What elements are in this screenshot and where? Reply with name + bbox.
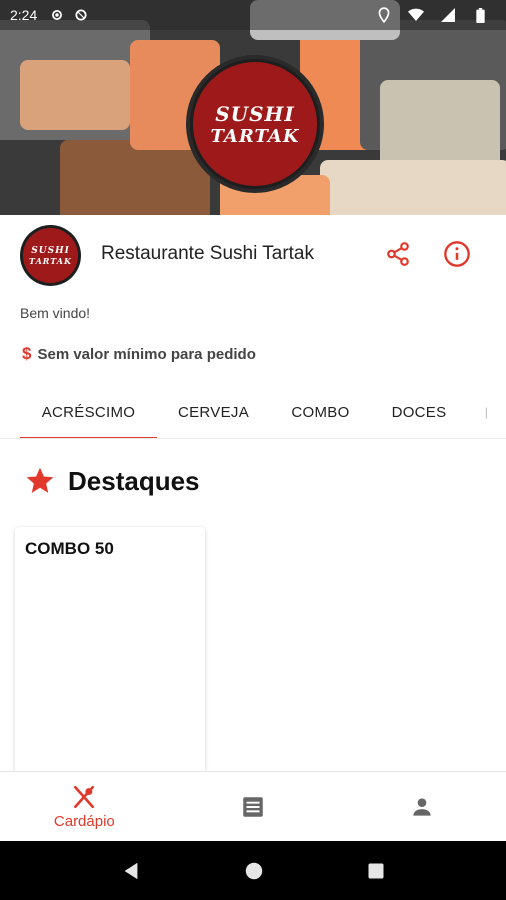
tab-doces[interactable]: DOCES (371, 385, 467, 439)
highlights-heading: Destaques (24, 465, 200, 497)
small-logo-text-line1: SUSHI (31, 245, 70, 256)
utensils-icon (74, 785, 95, 808)
tab-label: CERVEJA (177, 403, 249, 421)
tab-label: DOCES (391, 403, 447, 421)
star-icon (26, 467, 54, 493)
share-icon (387, 242, 409, 266)
highlights-title: Destaques (68, 465, 200, 496)
tab-acrescimo[interactable]: ACRÉSCIMO (20, 385, 157, 439)
info-icon (444, 241, 470, 267)
restaurant-logo-large: SUSHI TARTAK (186, 55, 324, 193)
location-icon (376, 7, 392, 23)
status-bar: 2:24 (0, 0, 506, 30)
info-button[interactable] (441, 238, 473, 270)
restaurant-name: Restaurante Sushi Tartak (101, 243, 314, 264)
data-saver-icon (73, 7, 89, 23)
tabs-divider (0, 438, 506, 439)
nav-orders[interactable] (169, 772, 338, 841)
tab-label: COMBO (291, 403, 350, 421)
recents-icon[interactable] (366, 861, 386, 881)
nav-cardapio[interactable]: Cardápio (0, 772, 169, 841)
tab-overflow-partial[interactable]: | (467, 385, 506, 439)
highlight-card[interactable]: COMBO 50 (15, 527, 205, 777)
home-icon[interactable] (243, 860, 265, 882)
back-icon[interactable] (120, 860, 142, 882)
battery-icon (472, 7, 488, 23)
small-logo-text-line2: TARTAK (29, 255, 72, 266)
person-icon (413, 797, 431, 816)
bottom-navigation: Cardápio (0, 771, 506, 841)
highlight-card-name: COMBO 50 (25, 539, 114, 558)
min-order-text: Sem valor mínimo para pedido (37, 345, 256, 363)
logo-text-line2: TARTAK (210, 125, 300, 147)
tab-cerveja[interactable]: CERVEJA (157, 385, 270, 439)
category-tabs: ACRÉSCIMO CERVEJA COMBO DOCES | (20, 385, 506, 439)
restaurant-banner: SUSHI TARTAK (0, 0, 506, 215)
dollar-icon: $ (22, 344, 32, 363)
nav-cardapio-label: Cardápio (53, 812, 115, 830)
wifi-icon (408, 7, 424, 23)
signal-icon (440, 7, 456, 23)
nav-profile[interactable] (337, 772, 506, 841)
logo-text-line1: SUSHI (215, 101, 295, 126)
settings-icon (49, 7, 65, 23)
min-order-info: $ Sem valor mínimo para pedido (22, 344, 256, 364)
status-time: 2:24 (10, 7, 38, 23)
system-navigation-bar (0, 841, 506, 900)
tab-overflow-indicator: | (484, 405, 489, 419)
restaurant-header: SUSHI TARTAK Restaurante Sushi Tartak (0, 215, 506, 295)
welcome-message: Bem vindo! (20, 305, 91, 321)
list-icon (243, 796, 263, 817)
share-button[interactable] (382, 238, 414, 270)
tab-label: ACRÉSCIMO (41, 403, 136, 421)
restaurant-logo-small: SUSHI TARTAK (20, 225, 81, 286)
tab-combo[interactable]: COMBO (270, 385, 371, 439)
